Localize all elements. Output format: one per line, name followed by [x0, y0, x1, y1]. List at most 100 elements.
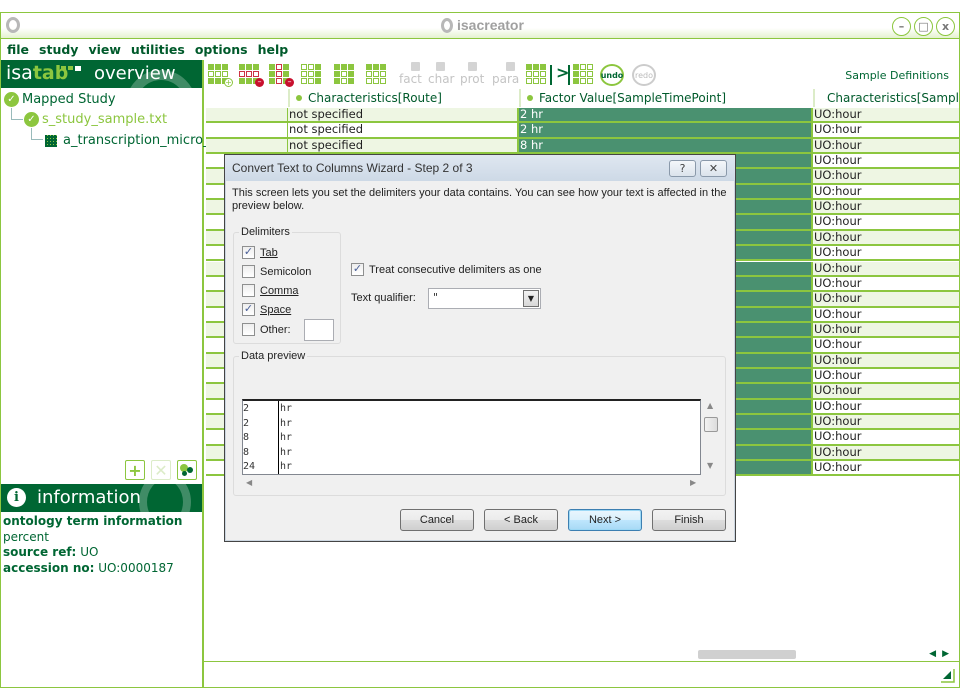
redo-button[interactable]: redo	[632, 64, 656, 86]
table-cell[interactable]: UO:hour	[813, 277, 959, 290]
table-cell[interactable]: not specified	[288, 123, 519, 137]
comma-checkbox[interactable]: Comma	[242, 284, 299, 297]
table-cell[interactable]: UO:hour	[813, 138, 959, 153]
add-button[interactable]: +	[125, 460, 145, 480]
finish-button[interactable]: Finish	[652, 509, 726, 531]
table-cell[interactable]: UO:hour	[813, 384, 959, 398]
table-row: not specified 2 hr UO:hour	[206, 123, 959, 139]
table-cell[interactable]	[206, 138, 288, 153]
multiple-fill-button[interactable]	[366, 64, 386, 84]
text-qualifier-select[interactable]: " ▼	[428, 288, 541, 309]
scroll-down-icon[interactable]: ▼	[707, 461, 713, 470]
preview-vertical-scrollbar[interactable]: ▲ ▼	[703, 399, 719, 475]
cancel-button[interactable]: Cancel	[400, 509, 474, 531]
table-cell[interactable]: UO:hour	[813, 200, 959, 214]
scroll-right-icon[interactable]: ▶	[942, 649, 949, 659]
table-cell[interactable]: UO:hour	[813, 353, 959, 367]
select-columns-button[interactable]	[526, 64, 546, 84]
table-cell[interactable]: UO:hour	[813, 445, 959, 460]
maximize-button[interactable]: □	[914, 17, 933, 36]
dropdown-arrow-icon[interactable]: ▼	[523, 290, 539, 307]
other-delimiter-input[interactable]	[304, 319, 334, 341]
back-button[interactable]: < Back	[484, 509, 558, 531]
add-factor-button[interactable]: fact	[399, 72, 422, 86]
table-cell[interactable]: UO:hour	[813, 230, 959, 245]
table-cell[interactable]: not specified	[288, 108, 519, 122]
table-cell[interactable]: UO:hour	[813, 430, 959, 443]
swoosh-decoration	[139, 484, 191, 512]
tree-item-assay[interactable]: a_transcription_micro_	[45, 133, 210, 148]
add-parameter-button[interactable]: para	[492, 72, 519, 86]
table-cell[interactable]: UO:hour	[813, 322, 959, 337]
tree-item-study-sample[interactable]: ✓ s_study_sample.txt	[24, 112, 167, 127]
sort-icon	[301, 64, 321, 84]
tree-item-label: Mapped Study	[22, 92, 116, 107]
dialog-title: Convert Text to Columns Wizard - Step 2 …	[232, 161, 473, 175]
transpose-button[interactable]	[573, 64, 593, 84]
resize-grip-icon[interactable]	[939, 667, 955, 683]
dialog-close-button[interactable]: ✕	[700, 160, 727, 177]
treat-consecutive-checkbox[interactable]: ✓ Treat consecutive delimiters as one	[351, 263, 542, 276]
scroll-left-icon[interactable]: ◀	[929, 649, 936, 659]
sort-button[interactable]	[301, 64, 321, 84]
close-button[interactable]: x	[936, 17, 955, 36]
ontology-button[interactable]	[177, 460, 197, 480]
preview-cell: 2	[243, 417, 250, 429]
table-cell[interactable]: UO:hour	[813, 261, 959, 275]
remove-row-button[interactable]: –	[239, 64, 264, 87]
scroll-up-icon[interactable]: ▲	[707, 401, 713, 410]
table-cell[interactable]: UO:hour	[813, 154, 959, 167]
undo-button[interactable]: undo	[600, 64, 624, 86]
other-checkbox[interactable]: Other:	[242, 323, 291, 336]
preview-horizontal-scrollbar[interactable]: ◀ ▶	[242, 476, 701, 490]
table-cell[interactable]: 2 hr	[519, 123, 813, 137]
table-cell[interactable]: UO:hour	[813, 369, 959, 382]
table-cell[interactable]: not specified	[288, 138, 519, 153]
add-protocol-button[interactable]: prot	[460, 72, 484, 86]
column-header-factor-value[interactable]: Factor Value[SampleTimePoint]	[519, 89, 813, 107]
table-cell[interactable]	[206, 108, 288, 122]
table-cell[interactable]: UO:hour	[813, 185, 959, 198]
table-cell[interactable]: UO:hour	[813, 169, 959, 183]
minimize-button[interactable]: –	[892, 17, 911, 36]
table-cell[interactable]: UO:hour	[813, 400, 959, 413]
fill-down-button[interactable]	[334, 64, 354, 84]
scroll-thumb[interactable]	[704, 417, 718, 432]
preview-row: 8 hr	[243, 431, 693, 445]
menu-options[interactable]: options	[195, 42, 248, 57]
menu-file[interactable]: file	[7, 42, 29, 57]
table-cell[interactable]: 8 hr	[519, 138, 813, 153]
table-cell[interactable]: UO:hour	[813, 108, 959, 122]
tree-item-mapped-study[interactable]: ✓ Mapped Study	[4, 92, 116, 107]
menu-study[interactable]: study	[39, 42, 78, 57]
table-cell[interactable]: 2 hr	[519, 108, 813, 122]
table-cell[interactable]: UO:hour	[813, 292, 959, 306]
table-cell[interactable]	[206, 123, 288, 137]
remove-column-button[interactable]: –	[269, 64, 294, 87]
table-cell[interactable]: UO:hour	[813, 246, 959, 259]
ontology-heading: ontology term information	[3, 514, 183, 528]
tab-checkbox[interactable]: ✓ Tab	[242, 246, 278, 259]
add-characteristic-button[interactable]: char	[428, 72, 455, 86]
menu-bar: file study view utilities options help	[1, 39, 959, 59]
column-header-sample[interactable]: Characteristics[Sample	[813, 89, 959, 107]
semicolon-checkbox[interactable]: Semicolon	[242, 265, 311, 278]
table-cell[interactable]: UO:hour	[813, 461, 959, 474]
horizontal-scrollbar[interactable]	[698, 650, 796, 659]
menu-utilities[interactable]: utilities	[131, 42, 185, 57]
help-button[interactable]: ?	[669, 160, 696, 177]
remove-button[interactable]: ✕	[151, 460, 171, 480]
column-header-route[interactable]: Characteristics[Route]	[288, 89, 519, 107]
table-cell[interactable]: UO:hour	[813, 415, 959, 429]
scroll-right-icon[interactable]: ▶	[690, 478, 696, 487]
space-checkbox[interactable]: ✓ Space	[242, 303, 291, 316]
scroll-left-icon[interactable]: ◀	[246, 478, 252, 487]
table-cell[interactable]: UO:hour	[813, 215, 959, 228]
menu-help[interactable]: help	[258, 42, 289, 57]
table-cell[interactable]: UO:hour	[813, 338, 959, 351]
add-row-button[interactable]: +	[208, 64, 233, 87]
menu-view[interactable]: view	[88, 42, 120, 57]
table-cell[interactable]: UO:hour	[813, 123, 959, 136]
next-button[interactable]: Next >	[568, 509, 642, 531]
table-cell[interactable]: UO:hour	[813, 308, 959, 321]
